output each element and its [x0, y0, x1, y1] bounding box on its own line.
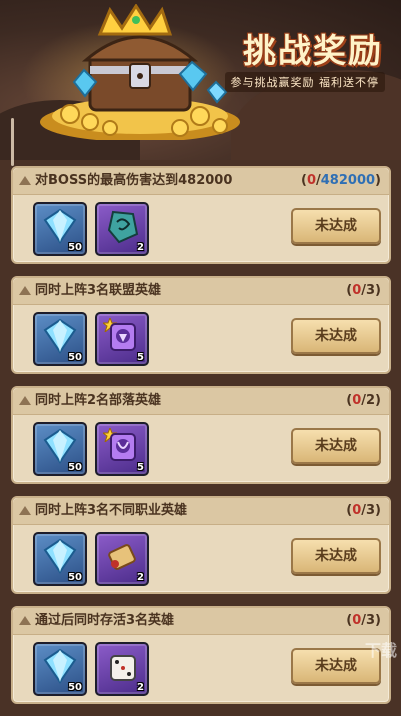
reward-qty: 2	[137, 682, 144, 693]
task-card: 通过后同时存活3名英雄 (0/3) 50 2 未达成	[11, 606, 391, 704]
hero-shard-icon	[110, 323, 136, 351]
watermark: 下载	[364, 641, 397, 660]
treasure-chest-icon	[40, 4, 240, 140]
progress-current: 0	[306, 173, 317, 188]
page-subtitle: 参与挑战赢奖励 福利送不停	[224, 72, 385, 92]
reward-item[interactable]: 5	[95, 312, 149, 366]
reward-qty: 50	[68, 352, 82, 363]
status-button[interactable]: 未达成	[291, 428, 381, 464]
status-button[interactable]: 未达成	[291, 318, 381, 354]
status-button[interactable]: 未达成	[291, 538, 381, 574]
task-title: 对BOSS的最高伤害达到482000	[35, 173, 233, 188]
progress-total: 3	[366, 283, 376, 298]
progress-current: 0	[352, 503, 362, 518]
progress-current: 0	[352, 283, 362, 298]
header-banner: 挑战奖励 参与挑战赢奖励 福利送不停	[0, 0, 401, 160]
task-card: 同时上阵2名部落英雄 (0/2) 50 5 未达成	[11, 386, 391, 484]
progress-current: 0	[352, 393, 362, 408]
diamond-icon	[43, 318, 77, 354]
task-progress: (0/2)	[346, 393, 381, 408]
progress-current: 0	[352, 613, 362, 628]
diamond-icon	[43, 648, 77, 684]
task-progress: (0/482000)	[301, 173, 381, 188]
reward-qty: 5	[137, 352, 144, 363]
page-title: 挑战奖励	[243, 31, 383, 70]
reward-item[interactable]: 5	[95, 422, 149, 476]
diamond-icon	[43, 538, 77, 574]
progress-total: 2	[366, 393, 376, 408]
task-header: 同时上阵3名不同职业英雄 (0/3)	[13, 498, 389, 525]
reward-qty: 50	[68, 572, 82, 583]
triangle-icon	[19, 616, 31, 625]
reward-item[interactable]: 50	[33, 532, 87, 586]
task-title: 同时上阵3名联盟英雄	[35, 283, 162, 298]
reward-item[interactable]: 50	[33, 422, 87, 476]
reward-qty: 50	[68, 462, 82, 473]
dice-icon	[110, 655, 136, 681]
status-button[interactable]: 未达成	[291, 208, 381, 244]
task-list: 对BOSS的最高伤害达到482000 (0/482000) 50 2 未达成 同…	[11, 166, 391, 716]
reward-item[interactable]: 2	[95, 642, 149, 696]
reward-item[interactable]: 50	[33, 642, 87, 696]
task-card: 同时上阵3名联盟英雄 (0/3) 50 5 未达成	[11, 276, 391, 374]
triangle-icon	[19, 286, 31, 295]
task-progress: (0/3)	[346, 503, 381, 518]
reward-qty: 50	[68, 682, 82, 693]
scrollbar[interactable]	[11, 118, 14, 166]
progress-total: 3	[366, 613, 376, 628]
task-progress: (0/3)	[346, 283, 381, 298]
diamond-icon	[43, 428, 77, 464]
progress-total: 3	[366, 503, 376, 518]
triangle-icon	[19, 396, 31, 405]
reward-item[interactable]: 50	[33, 202, 87, 256]
task-header: 通过后同时存活3名英雄 (0/3)	[13, 608, 389, 635]
diamond-icon	[43, 208, 77, 244]
reward-qty: 2	[137, 572, 144, 583]
task-title: 同时上阵2名部落英雄	[35, 393, 162, 408]
scroll-icon	[108, 544, 136, 570]
task-header: 对BOSS的最高伤害达到482000 (0/482000)	[13, 168, 389, 195]
task-progress: (0/3)	[346, 613, 381, 628]
task-card: 对BOSS的最高伤害达到482000 (0/482000) 50 2 未达成	[11, 166, 391, 264]
triangle-icon	[19, 506, 31, 515]
reward-item[interactable]: 50	[33, 312, 87, 366]
reward-qty: 2	[137, 242, 144, 253]
task-header: 同时上阵3名联盟英雄 (0/3)	[13, 278, 389, 305]
task-card: 同时上阵3名不同职业英雄 (0/3) 50 2 未达成	[11, 496, 391, 594]
reward-item[interactable]: 2	[95, 532, 149, 586]
rune-stone-icon	[107, 210, 139, 244]
task-header: 同时上阵2名部落英雄 (0/2)	[13, 388, 389, 415]
task-title: 同时上阵3名不同职业英雄	[35, 503, 188, 518]
reward-item[interactable]: 2	[95, 202, 149, 256]
triangle-icon	[19, 176, 31, 185]
progress-total: 482000	[320, 173, 376, 188]
reward-qty: 50	[68, 242, 82, 253]
reward-qty: 5	[137, 462, 144, 473]
task-title: 通过后同时存活3名英雄	[35, 613, 175, 628]
hero-shard-icon	[110, 433, 136, 461]
